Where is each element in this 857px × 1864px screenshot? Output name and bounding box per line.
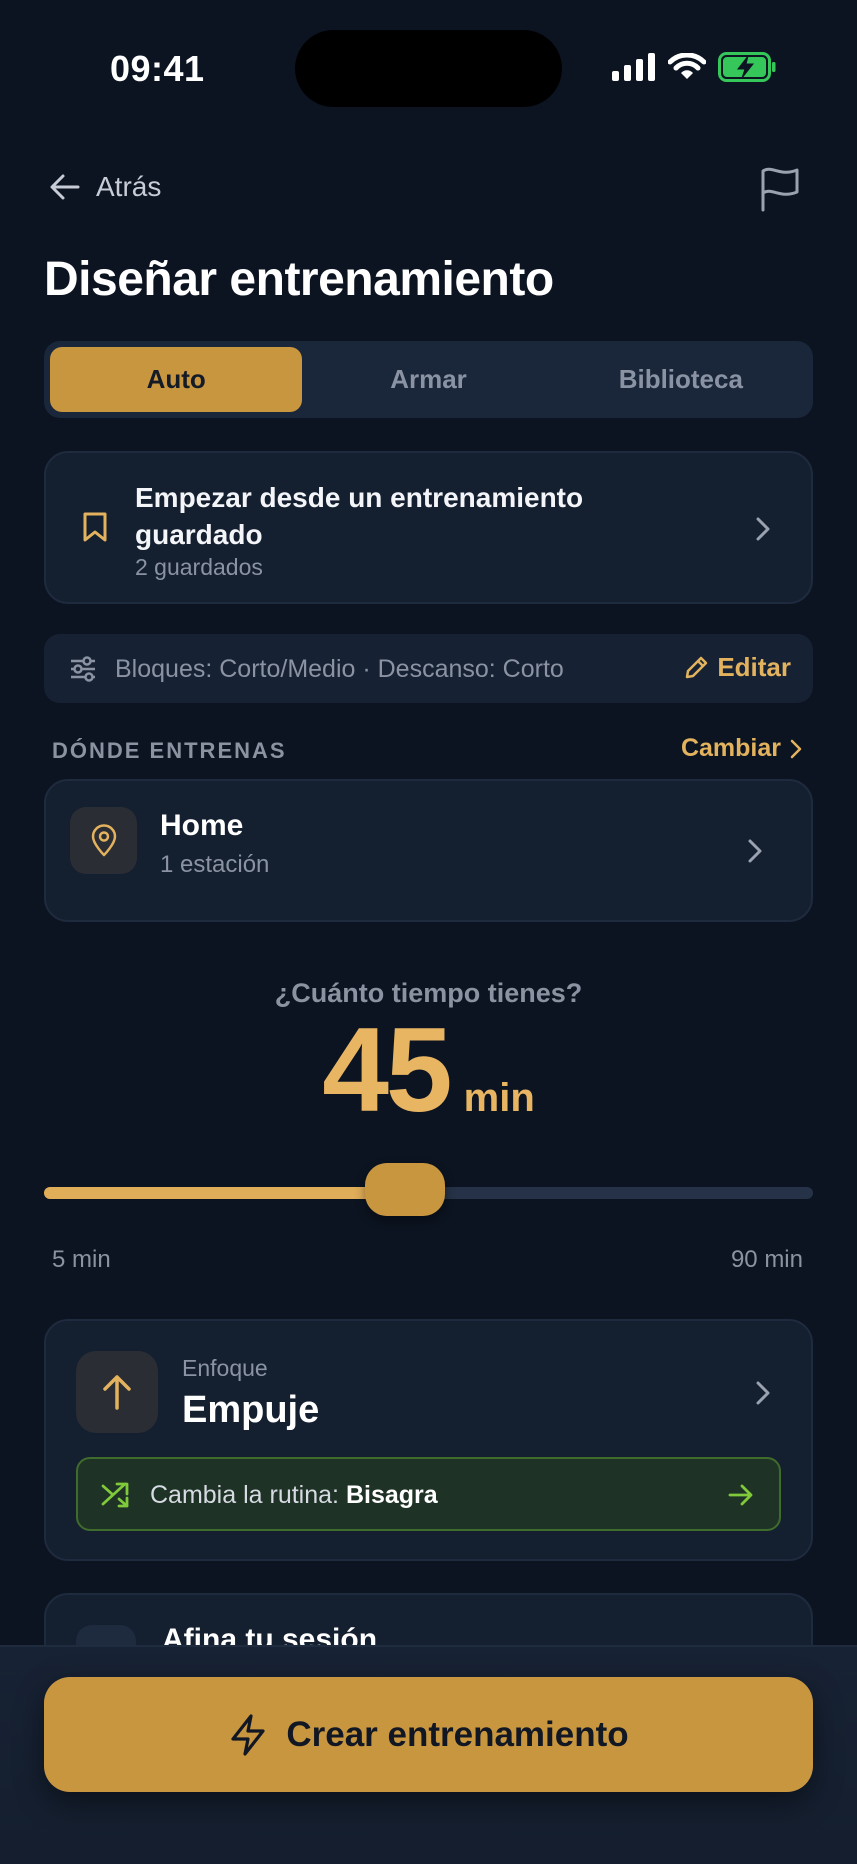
duration-value: 45 (322, 1003, 452, 1137)
back-button[interactable]: Atrás (48, 170, 161, 204)
tab-armar[interactable]: Armar (302, 347, 554, 412)
tab-biblioteca[interactable]: Biblioteca (555, 347, 807, 412)
saved-workout-title: Empezar desde un entrenamiento guardado (135, 482, 584, 550)
switch-routine-button[interactable]: Cambia la rutina: Bisagra (76, 1457, 781, 1531)
change-location-button[interactable]: Cambiar (681, 734, 803, 763)
bookmark-icon (83, 512, 107, 542)
chevron-right-icon (748, 839, 762, 863)
create-workout-button[interactable]: Crear entrenamiento (44, 1677, 813, 1792)
status-time: 09:41 (110, 48, 205, 89)
screen: 09:41 Atrás Diseñar entrenamiento Auto A… (0, 0, 857, 1864)
shuffle-icon (101, 1482, 129, 1508)
saved-workout-card[interactable]: Empezar desde un entrenamiento guardado … (44, 451, 813, 604)
location-name: Home (160, 809, 244, 842)
create-workout-label: Crear entrenamiento (286, 1714, 629, 1754)
saved-workout-count: 2 guardados (135, 554, 263, 580)
battery-charging-icon (718, 52, 776, 82)
chevron-right-icon (790, 739, 802, 758)
slider-min-label: 5 min (52, 1246, 111, 1273)
preferences-bar: Bloques: Corto/Medio · Descanso: Corto E… (44, 634, 813, 703)
location-badge (70, 807, 137, 874)
signal-icon (612, 53, 655, 81)
wifi-icon (668, 53, 706, 79)
map-pin-icon (91, 823, 116, 856)
chevron-right-icon (756, 1381, 770, 1405)
location-section-label: DÓNDE ENTRENAS (52, 738, 287, 763)
page-title: Diseñar entrenamiento (44, 253, 554, 306)
back-label: Atrás (96, 171, 162, 202)
switch-routine-text: Cambia la rutina: Bisagra (150, 1481, 438, 1510)
arrow-left-icon (50, 174, 80, 200)
focus-card[interactable]: Enfoque Empuje Cambia la rutina: Bisagra (44, 1319, 813, 1561)
change-label: Cambiar (680, 734, 781, 762)
slider-thumb[interactable] (365, 1163, 446, 1216)
arrow-up-icon (103, 1375, 131, 1410)
lightning-icon (231, 1713, 265, 1756)
focus-label: Enfoque (182, 1355, 268, 1381)
slider-max-label: 90 min (730, 1246, 803, 1273)
edit-preferences-button[interactable]: Editar (683, 652, 791, 683)
preferences-summary: Bloques: Corto/Medio · Descanso: Corto (115, 655, 564, 683)
sliders-icon (71, 656, 95, 682)
pencil-icon (686, 656, 708, 678)
duration-slider[interactable] (44, 1163, 813, 1216)
slider-fill (44, 1187, 406, 1199)
location-card[interactable]: Home 1 estación (44, 779, 813, 922)
flag-icon (761, 167, 799, 212)
dynamic-island (295, 30, 562, 107)
focus-badge (76, 1351, 158, 1433)
location-stations: 1 estación (160, 851, 270, 878)
chevron-right-icon (756, 517, 770, 541)
focus-value: Empuje (182, 1389, 320, 1431)
bottom-action-bar: Crear entrenamiento (0, 1645, 857, 1864)
arrow-right-icon (728, 1484, 753, 1506)
duration-display: 45 min (0, 1010, 857, 1130)
status-icons (612, 52, 776, 82)
switch-routine-target: Bisagra (345, 1481, 438, 1509)
tab-auto[interactable]: Auto (50, 347, 303, 412)
report-button[interactable] (758, 166, 802, 217)
duration-unit: min (463, 1076, 535, 1120)
switch-routine-prefix: Cambia la rutina: (150, 1481, 346, 1509)
mode-tabs: Auto Armar Biblioteca (44, 341, 813, 418)
edit-label: Editar (717, 652, 791, 682)
